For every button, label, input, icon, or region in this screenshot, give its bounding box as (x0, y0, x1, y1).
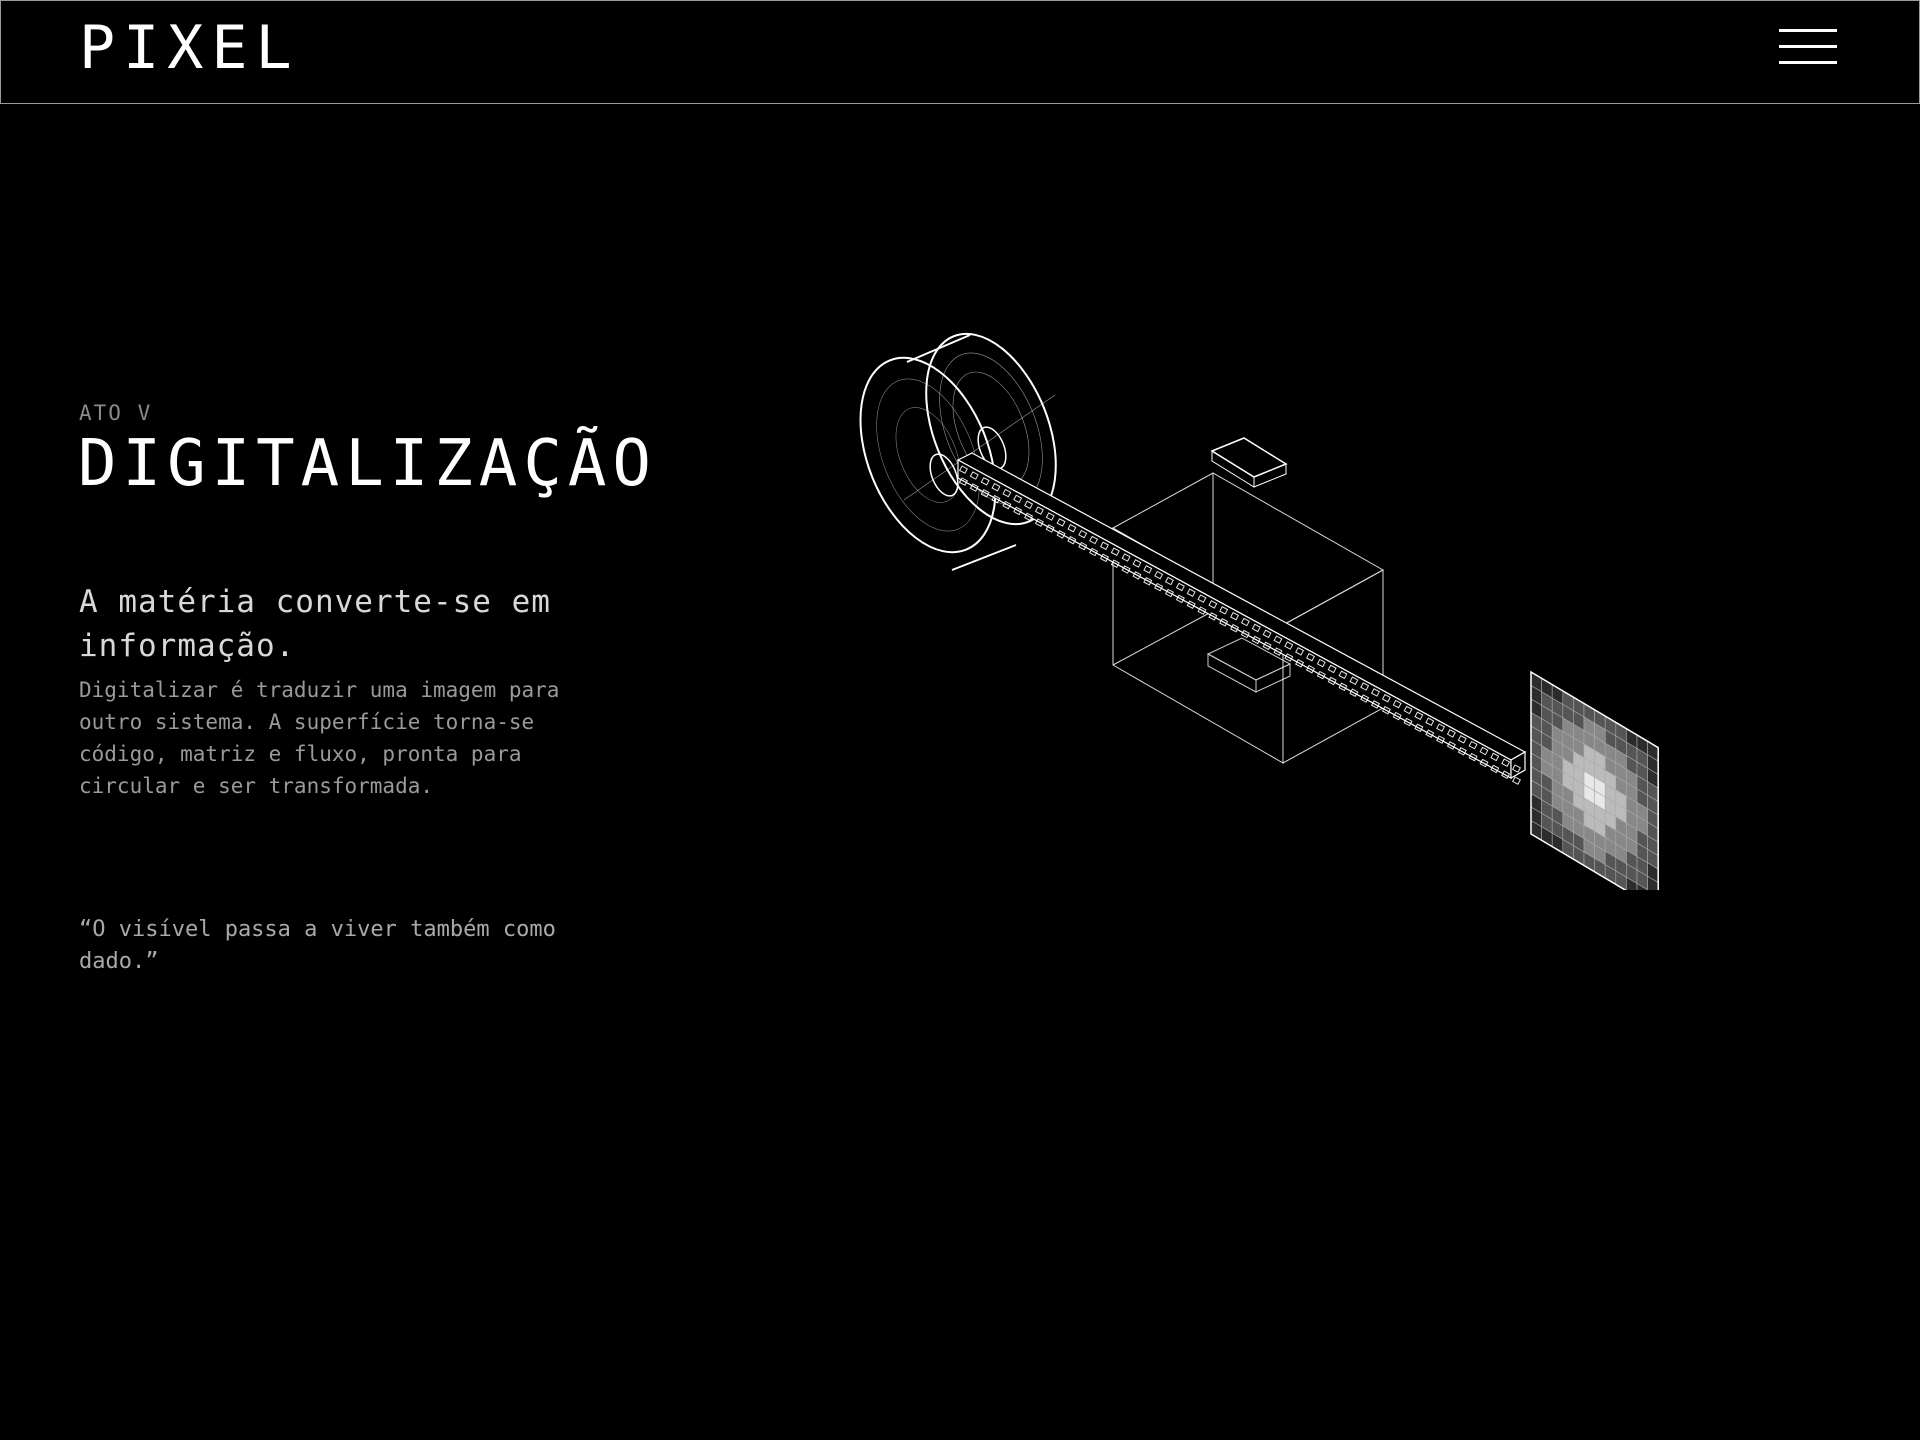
quote-text: “O visível passa a viver também como dad… (79, 917, 556, 974)
film-strip (956, 452, 1527, 780)
body-text: Digitalizar é traduzir uma imagem para o… (79, 678, 560, 798)
page-title: DIGITALIZAÇÃO (78, 427, 657, 501)
pixel-grid (1530, 670, 1659, 890)
menu-line (1779, 61, 1837, 64)
site-header: PIXEL (0, 0, 1920, 104)
section-eyebrow: ATO V (79, 401, 153, 425)
logo[interactable]: PIXEL (79, 13, 300, 83)
film-reel-scanner-pixel-grid-illustration (859, 332, 1659, 890)
hamburger-menu-icon[interactable] (1779, 27, 1837, 67)
menu-line (1779, 45, 1837, 48)
sprocket-hole (1511, 776, 1521, 785)
lead-text: A matéria converte-se em informação. (79, 584, 551, 664)
menu-line (1779, 29, 1837, 32)
